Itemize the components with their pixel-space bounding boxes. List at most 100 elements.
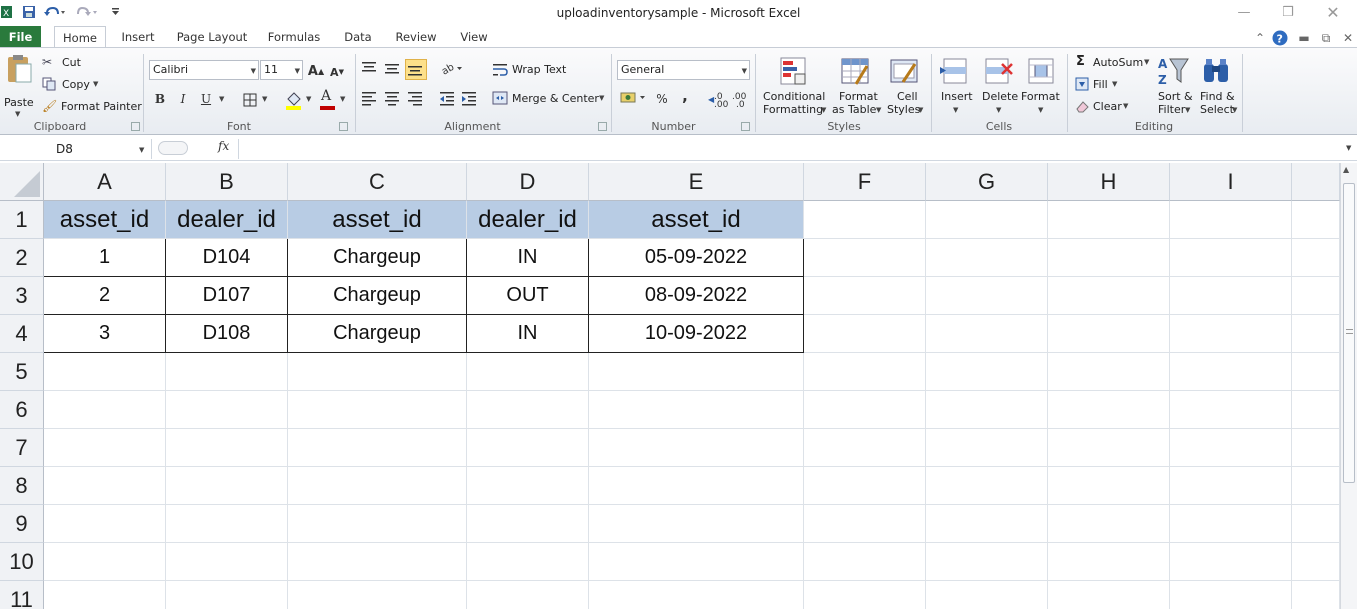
alignment-launcher-icon[interactable] (598, 122, 607, 131)
cell-overflow[interactable] (1292, 315, 1340, 353)
bottom-align-button[interactable] (405, 59, 427, 80)
borders-button[interactable] (242, 92, 258, 108)
cell-g10[interactable] (926, 543, 1048, 581)
cell-overflow[interactable] (1292, 239, 1340, 277)
column-header-b[interactable]: B (166, 163, 288, 201)
font-size-select[interactable]: 11 ▼ (260, 60, 303, 80)
cell-g1[interactable] (926, 201, 1048, 239)
cell-e9[interactable] (589, 505, 804, 543)
cell-b5[interactable] (166, 353, 288, 391)
insert-cells-button[interactable]: Insert ▼ (937, 54, 977, 118)
align-center-button[interactable] (384, 90, 402, 108)
cell-h10[interactable] (1048, 543, 1170, 581)
ribbon-collapse-icon[interactable]: ⌃ (1252, 30, 1268, 46)
fill-button[interactable]: Fill ▼ (1074, 76, 1134, 94)
cell-f2[interactable] (804, 239, 926, 277)
cell-c7[interactable] (288, 429, 467, 467)
increase-indent-button[interactable] (461, 90, 479, 108)
underline-dropdown-icon[interactable]: ▼ (219, 95, 224, 103)
tab-home[interactable]: Home (54, 26, 106, 49)
cell-d7[interactable] (467, 429, 589, 467)
tab-page-layout[interactable]: Page Layout (172, 26, 252, 48)
cell-e8[interactable] (589, 467, 804, 505)
cell-b3[interactable]: D107 (166, 277, 288, 315)
row-header-8[interactable]: 8 (0, 467, 44, 505)
row-header-7[interactable]: 7 (0, 429, 44, 467)
middle-align-button[interactable] (384, 60, 402, 78)
cell-h2[interactable] (1048, 239, 1170, 277)
cell-a3[interactable]: 2 (44, 277, 166, 315)
cell-f1[interactable] (804, 201, 926, 239)
row-header-6[interactable]: 6 (0, 391, 44, 429)
insert-function-button[interactable]: fx (218, 139, 229, 153)
column-header-i[interactable]: I (1170, 163, 1292, 201)
cell-b8[interactable] (166, 467, 288, 505)
cell-i2[interactable] (1170, 239, 1292, 277)
cell-f4[interactable] (804, 315, 926, 353)
cell-i1[interactable] (1170, 201, 1292, 239)
doc-minimize-icon[interactable]: ▬ (1296, 30, 1312, 46)
row-header-10[interactable]: 10 (0, 543, 44, 581)
cell-c11[interactable] (288, 581, 467, 609)
cell-a5[interactable] (44, 353, 166, 391)
scroll-thumb[interactable] (1343, 183, 1355, 483)
percent-button[interactable]: % (654, 90, 670, 108)
cell-c3[interactable]: Chargeup (288, 277, 467, 315)
cell-b6[interactable] (166, 391, 288, 429)
expand-formula-bar-icon[interactable]: ▼ (1346, 144, 1351, 152)
cell-c8[interactable] (288, 467, 467, 505)
row-header-1[interactable]: 1 (0, 201, 44, 239)
cell-d5[interactable] (467, 353, 589, 391)
column-header-h[interactable]: H (1048, 163, 1170, 201)
cell-i5[interactable] (1170, 353, 1292, 391)
cell-f11[interactable] (804, 581, 926, 609)
cell-c4[interactable]: Chargeup (288, 315, 467, 353)
cell-overflow[interactable] (1292, 467, 1340, 505)
cell-a1[interactable]: asset_id (44, 201, 166, 239)
comma-button[interactable]: , (678, 87, 692, 105)
tab-review[interactable]: Review (392, 26, 440, 48)
doc-restore-icon[interactable]: ⧉ (1318, 30, 1334, 46)
cell-c10[interactable] (288, 543, 467, 581)
cell-overflow[interactable] (1292, 353, 1340, 391)
cell-b9[interactable] (166, 505, 288, 543)
cell-f10[interactable] (804, 543, 926, 581)
cell-d1[interactable]: dealer_id (467, 201, 589, 239)
cell-h5[interactable] (1048, 353, 1170, 391)
column-header-f[interactable]: F (804, 163, 926, 201)
cell-f7[interactable] (804, 429, 926, 467)
cell-b10[interactable] (166, 543, 288, 581)
cell-h6[interactable] (1048, 391, 1170, 429)
italic-button[interactable]: I (175, 90, 191, 108)
cell-i7[interactable] (1170, 429, 1292, 467)
cell-b7[interactable] (166, 429, 288, 467)
column-header-overflow[interactable] (1292, 163, 1340, 201)
orientation-button[interactable]: ab (440, 60, 464, 78)
vertical-scrollbar[interactable]: ▲ (1340, 163, 1357, 609)
cell-g11[interactable] (926, 581, 1048, 609)
increase-decimal-button[interactable]: ◀ .0 .00 (708, 90, 730, 110)
cell-h9[interactable] (1048, 505, 1170, 543)
delete-cells-button[interactable]: Delete ▼ (980, 54, 1020, 118)
tab-insert[interactable]: Insert (116, 26, 160, 48)
grow-font-button[interactable]: A ▲ (307, 62, 325, 80)
cell-i4[interactable] (1170, 315, 1292, 353)
cell-i10[interactable] (1170, 543, 1292, 581)
cell-f6[interactable] (804, 391, 926, 429)
format-cells-button[interactable]: Format ▼ (1021, 54, 1063, 118)
cell-h11[interactable] (1048, 581, 1170, 609)
cell-d11[interactable] (467, 581, 589, 609)
cell-overflow[interactable] (1292, 543, 1340, 581)
cell-d9[interactable] (467, 505, 589, 543)
cell-i8[interactable] (1170, 467, 1292, 505)
cell-b4[interactable]: D108 (166, 315, 288, 353)
decrease-indent-button[interactable] (439, 90, 457, 108)
align-left-button[interactable] (361, 90, 379, 108)
tab-data[interactable]: Data (338, 26, 378, 48)
cell-c6[interactable] (288, 391, 467, 429)
cell-overflow[interactable] (1292, 581, 1340, 609)
cell-i6[interactable] (1170, 391, 1292, 429)
underline-button[interactable]: U (198, 90, 214, 108)
cell-a10[interactable] (44, 543, 166, 581)
cell-g5[interactable] (926, 353, 1048, 391)
